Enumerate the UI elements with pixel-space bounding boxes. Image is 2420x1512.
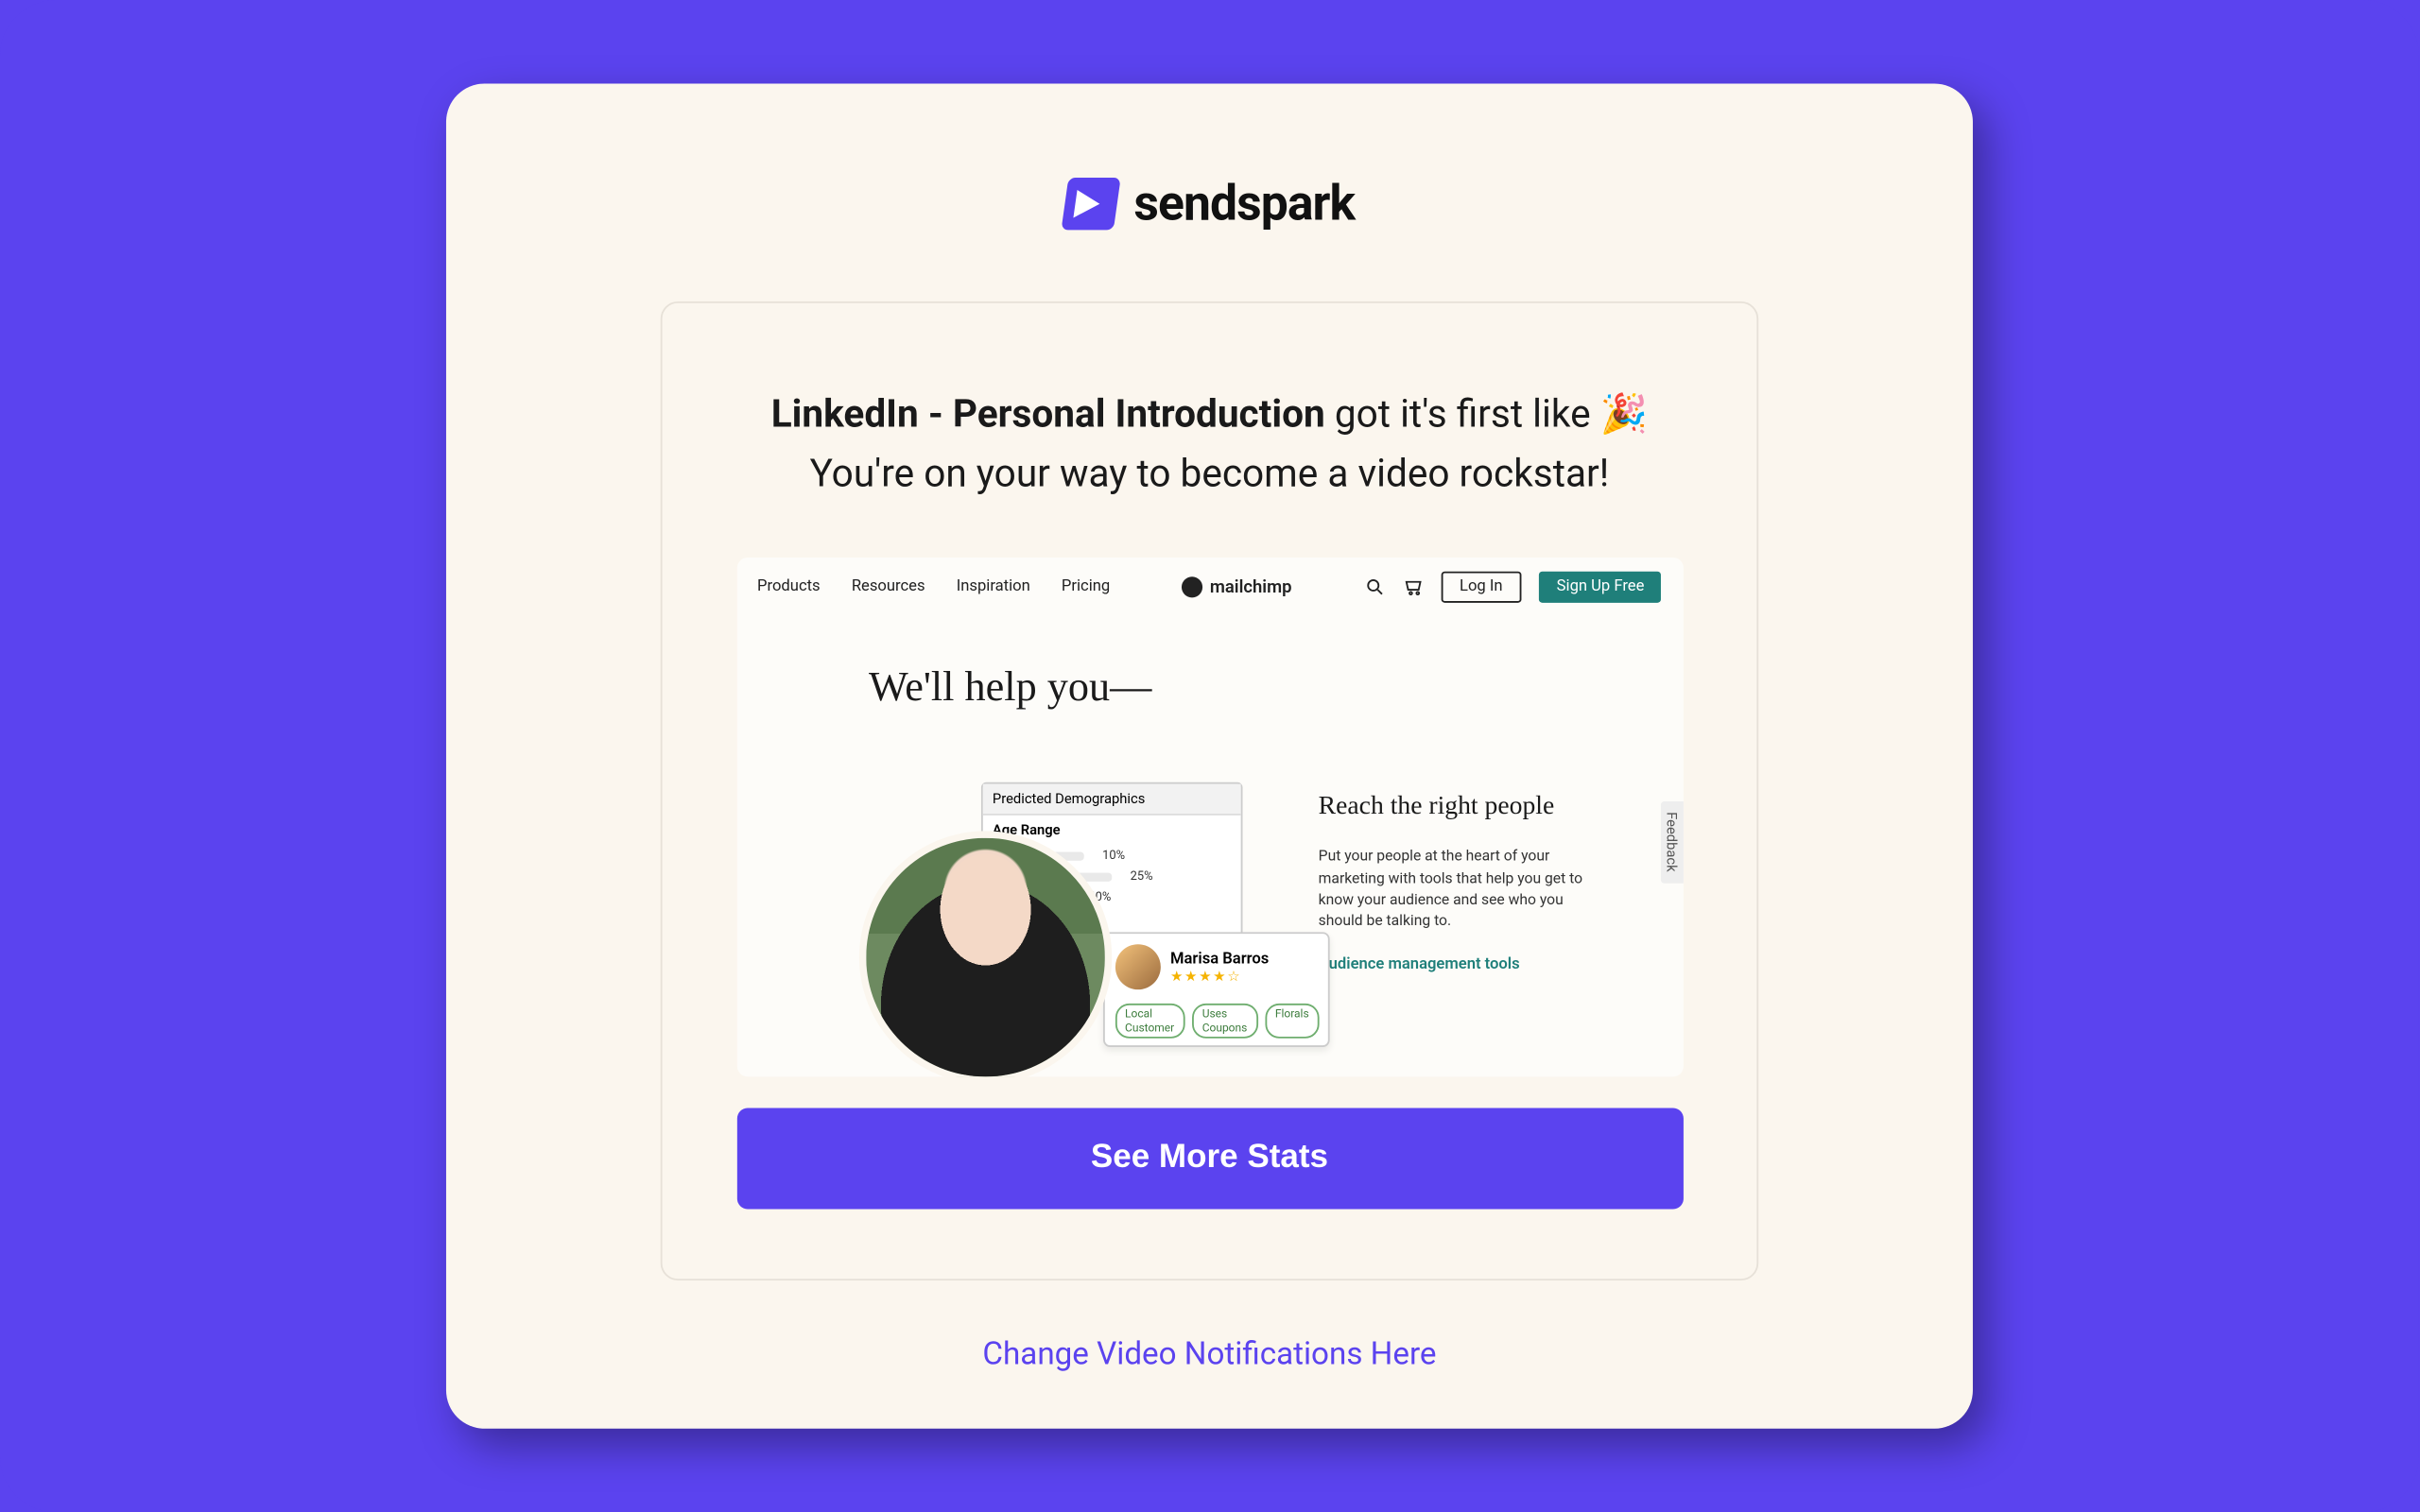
user-tag: Florals [1265,1004,1320,1039]
thumb-logo: mailchimp [1182,577,1291,598]
app-backdrop: sendspark LinkedIn - Personal Introducti… [0,0,2419,1512]
thumb-demo-graphic: Predicted Demographics Age Range 10% 25%… [858,782,1224,1077]
headline-subline: You're on your way to become a video roc… [810,454,1610,497]
thumb-inline-link: Audience management tools [1319,957,1648,974]
user-tag: Uses Coupons [1192,1004,1258,1039]
brand-name: sendspark [1133,174,1355,232]
cart-icon [1402,577,1423,598]
thumb-header-actions: Log In Sign Up Free [1364,572,1662,603]
user-tag: Local Customer [1115,1004,1184,1039]
user-profile-card: Marisa Barros ★★★★☆ Local Customer Uses … [1102,933,1329,1048]
notification-card: sendspark LinkedIn - Personal Introducti… [446,83,1973,1428]
demo-bar-pct: 25% [1121,869,1152,884]
sendspark-logo-icon [1061,177,1120,229]
thumb-subheading: Reach the right people [1319,793,1648,822]
search-icon [1364,577,1385,598]
thumb-nav-item: Inspiration [957,578,1030,595]
thumb-signup: Sign Up Free [1539,572,1662,603]
brand-logo: sendspark [1064,174,1356,232]
thumb-right-column: Reach the right people Put your people a… [1319,782,1648,974]
thumb-nav-item: Pricing [1062,578,1110,595]
thumb-body-text: Put your people at the heart of your mar… [1319,847,1606,933]
user-rating: ★★★★☆ [1170,968,1269,984]
headline: LinkedIn - Personal Introduction got it'… [771,387,1648,506]
see-more-stats-button[interactable]: See More Stats [736,1108,1683,1210]
feedback-tab: Feedback [1660,801,1683,883]
video-title: LinkedIn - Personal Introduction [771,394,1325,438]
user-name: Marisa Barros [1170,951,1269,968]
user-avatar-icon [1115,945,1160,990]
presenter-avatar [858,832,1111,1077]
thumb-hero: We'll help you— [869,666,1683,713]
change-notifications-link[interactable]: Change Video Notifications Here [982,1336,1436,1373]
thumb-header: Products Resources Inspiration Pricing m… [736,558,1683,617]
demo-card-title: Predicted Demographics [982,784,1240,816]
thumb-body: Predicted Demographics Age Range 10% 25%… [736,713,1683,1076]
thumb-login: Log In [1441,572,1522,603]
celebrate-emoji: 🎉 [1600,394,1649,438]
headline-suffix: got it's first like [1325,394,1600,438]
thumb-nav-item: Products [757,578,821,595]
thumb-nav: Products Resources Inspiration Pricing [757,578,1110,595]
video-thumbnail[interactable]: Products Resources Inspiration Pricing m… [736,558,1683,1076]
thumb-nav-item: Resources [852,578,925,595]
user-tags: Local Customer Uses Coupons Florals [1115,1004,1317,1039]
mailchimp-icon [1182,577,1202,598]
content-panel: LinkedIn - Personal Introduction got it'… [661,301,1758,1280]
thumb-logo-text: mailchimp [1210,577,1292,596]
